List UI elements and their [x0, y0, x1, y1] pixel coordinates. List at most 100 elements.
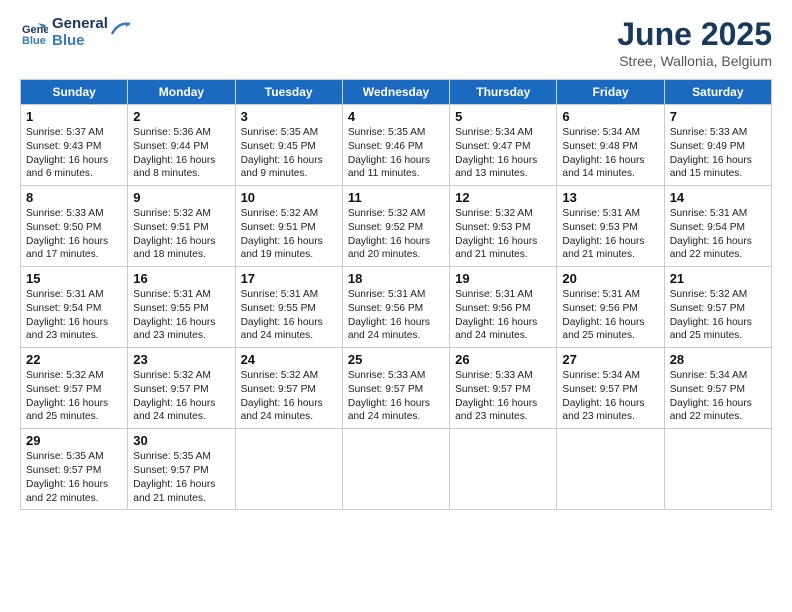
- table-row: 1 Sunrise: 5:37 AMSunset: 9:43 PMDaylight…: [21, 105, 128, 186]
- day-info: Sunrise: 5:33 AMSunset: 9:50 PMDaylight:…: [26, 207, 122, 262]
- table-row: 30Sunrise: 5:35 AMSunset: 9:57 PMDayligh…: [128, 429, 235, 510]
- day-info: Sunrise: 5:32 AMSunset: 9:57 PMDaylight:…: [26, 369, 122, 424]
- day-number: 8: [26, 190, 122, 205]
- table-row: 21 Sunrise: 5:32 AMSunset: 9:57 PMDayligh…: [664, 267, 771, 348]
- table-row: 10 Sunrise: 5:32 AMSunset: 9:51 PMDayligh…: [235, 186, 342, 267]
- day-info: Sunrise: 5:32 AMSunset: 9:52 PMDaylight:…: [348, 207, 444, 262]
- day-info: Sunrise: 5:32 AMSunset: 9:57 PMDaylight:…: [670, 288, 766, 343]
- day-number: 27: [562, 352, 658, 367]
- table-row: 27 Sunrise: 5:34 AMSunset: 9:57 PMDayligh…: [557, 348, 664, 429]
- day-info: Sunrise: 5:31 AMSunset: 9:56 PMDaylight:…: [562, 288, 658, 343]
- day-number: 18: [348, 271, 444, 286]
- table-row: 20 Sunrise: 5:31 AMSunset: 9:56 PMDayligh…: [557, 267, 664, 348]
- day-info: Sunrise: 5:32 AMSunset: 9:57 PMDaylight:…: [133, 369, 229, 424]
- day-number: 17: [241, 271, 337, 286]
- col-saturday: Saturday: [664, 80, 771, 105]
- table-row: 5 Sunrise: 5:34 AMSunset: 9:47 PMDaylight…: [450, 105, 557, 186]
- table-row: 29 Sunrise: 5:35 AMSunset: 9:57 PMDayligh…: [21, 429, 128, 510]
- day-number: 4: [348, 109, 444, 124]
- day-number: 25: [348, 352, 444, 367]
- day-info: Sunrise: 5:32 AMSunset: 9:57 PMDaylight:…: [241, 369, 337, 424]
- logo-general: General: [52, 16, 108, 33]
- logo: General Blue General Blue: [20, 16, 132, 49]
- day-info: Sunrise: 5:32 AMSunset: 9:53 PMDaylight:…: [455, 207, 551, 262]
- logo-icon: General Blue: [20, 19, 48, 47]
- table-row: 24 Sunrise: 5:32 AMSunset: 9:57 PMDayligh…: [235, 348, 342, 429]
- table-row: 17 Sunrise: 5:31 AMSunset: 9:55 PMDayligh…: [235, 267, 342, 348]
- day-number: 10: [241, 190, 337, 205]
- main-title: June 2025: [617, 16, 772, 53]
- day-number: 2: [133, 109, 229, 124]
- day-info: Sunrise: 5:31 AMSunset: 9:54 PMDaylight:…: [670, 207, 766, 262]
- day-number: 1: [26, 109, 122, 124]
- col-tuesday: Tuesday: [235, 80, 342, 105]
- day-info: Sunrise: 5:34 AMSunset: 9:48 PMDaylight:…: [562, 126, 658, 181]
- col-friday: Friday: [557, 80, 664, 105]
- day-info: Sunrise: 5:31 AMSunset: 9:53 PMDaylight:…: [562, 207, 658, 262]
- col-wednesday: Wednesday: [342, 80, 449, 105]
- day-number: 24: [241, 352, 337, 367]
- day-info: Sunrise: 5:33 AMSunset: 9:57 PMDaylight:…: [455, 369, 551, 424]
- day-number: 9: [133, 190, 229, 205]
- day-number: 13: [562, 190, 658, 205]
- day-info: Sunrise: 5:31 AMSunset: 9:55 PMDaylight:…: [241, 288, 337, 343]
- table-row: 14 Sunrise: 5:31 AMSunset: 9:54 PMDayligh…: [664, 186, 771, 267]
- day-info: Sunrise: 5:33 AMSunset: 9:57 PMDaylight:…: [348, 369, 444, 424]
- day-number: 19: [455, 271, 551, 286]
- day-number: 30: [133, 433, 229, 448]
- title-block: June 2025 Stree, Wallonia, Belgium: [617, 16, 772, 69]
- day-number: 16: [133, 271, 229, 286]
- day-info: Sunrise: 5:31 AMSunset: 9:56 PMDaylight:…: [348, 288, 444, 343]
- table-row: 22 Sunrise: 5:32 AMSunset: 9:57 PMDayligh…: [21, 348, 128, 429]
- table-row: 18 Sunrise: 5:31 AMSunset: 9:56 PMDayligh…: [342, 267, 449, 348]
- table-row: [450, 429, 557, 510]
- col-thursday: Thursday: [450, 80, 557, 105]
- day-number: 6: [562, 109, 658, 124]
- day-info: Sunrise: 5:33 AMSunset: 9:49 PMDaylight:…: [670, 126, 766, 181]
- table-row: 13 Sunrise: 5:31 AMSunset: 9:53 PMDayligh…: [557, 186, 664, 267]
- day-number: 22: [26, 352, 122, 367]
- day-info: Sunrise: 5:36 AMSunset: 9:44 PMDaylight:…: [133, 126, 229, 181]
- table-row: 9 Sunrise: 5:32 AMSunset: 9:51 PMDaylight…: [128, 186, 235, 267]
- calendar-week-row: 22 Sunrise: 5:32 AMSunset: 9:57 PMDayligh…: [21, 348, 772, 429]
- day-number: 20: [562, 271, 658, 286]
- subtitle: Stree, Wallonia, Belgium: [617, 53, 772, 69]
- day-number: 29: [26, 433, 122, 448]
- table-row: 4 Sunrise: 5:35 AMSunset: 9:46 PMDaylight…: [342, 105, 449, 186]
- day-number: 12: [455, 190, 551, 205]
- day-info: Sunrise: 5:35 AMSunset: 9:57 PMDaylight:…: [26, 450, 122, 505]
- table-row: 11Sunrise: 5:32 AMSunset: 9:52 PMDayligh…: [342, 186, 449, 267]
- calendar-week-row: 8 Sunrise: 5:33 AMSunset: 9:50 PMDaylight…: [21, 186, 772, 267]
- day-info: Sunrise: 5:32 AMSunset: 9:51 PMDaylight:…: [241, 207, 337, 262]
- header: General Blue General Blue June 2025 Stre…: [20, 16, 772, 69]
- day-number: 15: [26, 271, 122, 286]
- table-row: 6 Sunrise: 5:34 AMSunset: 9:48 PMDaylight…: [557, 105, 664, 186]
- day-number: 26: [455, 352, 551, 367]
- table-row: 19 Sunrise: 5:31 AMSunset: 9:56 PMDayligh…: [450, 267, 557, 348]
- day-number: 3: [241, 109, 337, 124]
- col-sunday: Sunday: [21, 80, 128, 105]
- day-info: Sunrise: 5:31 AMSunset: 9:55 PMDaylight:…: [133, 288, 229, 343]
- day-info: Sunrise: 5:34 AMSunset: 9:57 PMDaylight:…: [562, 369, 658, 424]
- table-row: 28 Sunrise: 5:34 AMSunset: 9:57 PMDayligh…: [664, 348, 771, 429]
- day-number: 21: [670, 271, 766, 286]
- table-row: 15Sunrise: 5:31 AMSunset: 9:54 PMDayligh…: [21, 267, 128, 348]
- table-row: 2 Sunrise: 5:36 AMSunset: 9:44 PMDaylight…: [128, 105, 235, 186]
- table-row: [342, 429, 449, 510]
- day-number: 14: [670, 190, 766, 205]
- day-number: 28: [670, 352, 766, 367]
- day-info: Sunrise: 5:32 AMSunset: 9:51 PMDaylight:…: [133, 207, 229, 262]
- day-number: 7: [670, 109, 766, 124]
- table-row: [235, 429, 342, 510]
- table-row: 25 Sunrise: 5:33 AMSunset: 9:57 PMDayligh…: [342, 348, 449, 429]
- table-row: 3Sunrise: 5:35 AMSunset: 9:45 PMDaylight…: [235, 105, 342, 186]
- day-number: 23: [133, 352, 229, 367]
- day-info: Sunrise: 5:34 AMSunset: 9:57 PMDaylight:…: [670, 369, 766, 424]
- day-info: Sunrise: 5:34 AMSunset: 9:47 PMDaylight:…: [455, 126, 551, 181]
- table-row: 8 Sunrise: 5:33 AMSunset: 9:50 PMDaylight…: [21, 186, 128, 267]
- day-info: Sunrise: 5:35 AMSunset: 9:46 PMDaylight:…: [348, 126, 444, 181]
- day-number: 5: [455, 109, 551, 124]
- day-info: Sunrise: 5:37 AMSunset: 9:43 PMDaylight:…: [26, 126, 122, 181]
- logo-swoosh-icon: [110, 20, 132, 38]
- day-info: Sunrise: 5:31 AMSunset: 9:56 PMDaylight:…: [455, 288, 551, 343]
